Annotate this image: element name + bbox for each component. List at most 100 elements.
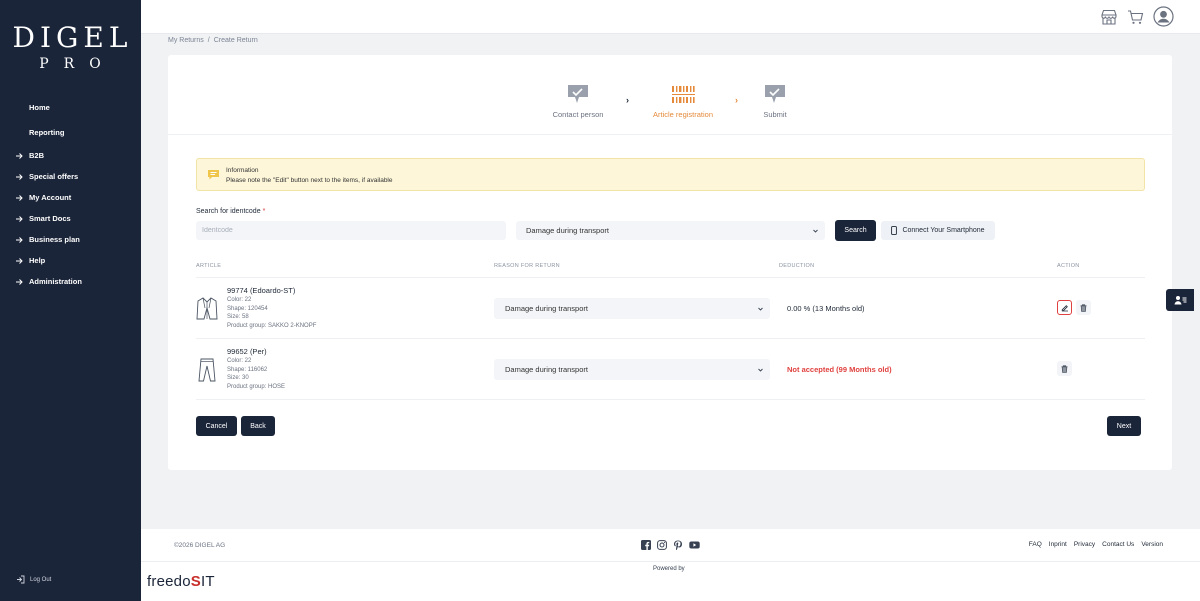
edit-icon <box>1061 304 1068 311</box>
footer-link-inprint[interactable]: Inprint <box>1049 541 1067 548</box>
brand-logo[interactable]: DIGEL PRO <box>0 21 141 73</box>
cancel-button[interactable]: Cancel <box>196 416 237 436</box>
logout-label: Log Out <box>30 576 52 583</box>
facebook-icon[interactable] <box>641 540 651 550</box>
step-label: Contact person <box>552 110 604 119</box>
trousers-icon <box>198 358 216 382</box>
step-article-registration[interactable]: Article registration <box>638 83 728 119</box>
youtube-icon[interactable] <box>689 540 700 550</box>
footer-copyright: ©2026 DIGEL AG <box>174 542 226 549</box>
col-header-deduction: DEDUCTION <box>779 263 815 269</box>
footer: ©2026 DIGEL AG FAQ Inprint Privacy Conta… <box>141 529 1200 601</box>
sidebar-item-label: B2B <box>29 151 45 160</box>
arrow-right-icon <box>16 215 23 222</box>
article-color: Color: 22 <box>227 358 252 364</box>
smartphone-icon <box>891 226 898 235</box>
sidebar-item-b2b[interactable]: B2B <box>0 145 141 166</box>
pinterest-icon[interactable] <box>673 540 683 550</box>
instagram-icon[interactable] <box>657 540 667 550</box>
sidebar-item-home[interactable]: Home <box>0 95 141 120</box>
chevron-down-icon <box>758 307 763 311</box>
step-contact-person[interactable]: Contact person <box>533 83 623 119</box>
vendor-logo[interactable]: freedoSIT <box>147 573 215 590</box>
row-reason-select[interactable]: Damage during transport <box>494 359 770 380</box>
cart-icon[interactable] <box>1127 9 1144 25</box>
footer-links: FAQ Inprint Privacy Contact Us Version <box>1029 541 1163 548</box>
vendor-logo-a: freedo <box>147 573 191 590</box>
contact-card-icon <box>1174 296 1186 305</box>
search-label: Search for identcode * <box>196 208 265 215</box>
breadcrumb-my-returns[interactable]: My Returns <box>168 37 204 44</box>
connect-smartphone-button[interactable]: Connect Your Smartphone <box>881 221 995 240</box>
row-reason-value: Damage during transport <box>505 365 588 374</box>
logout-button[interactable]: Log Out <box>16 575 51 584</box>
sidebar-nav: Home Reporting B2B Special offers My Acc… <box>0 95 141 292</box>
edit-button[interactable] <box>1057 300 1072 315</box>
sidebar-item-reporting[interactable]: Reporting <box>0 120 141 145</box>
arrow-right-icon <box>16 194 23 201</box>
col-header-reason: REASON FOR RETURN <box>494 263 560 269</box>
required-mark: * <box>262 208 266 215</box>
arrow-right-icon <box>16 152 23 159</box>
arrow-right-icon <box>16 236 23 243</box>
reason-select[interactable]: Damage during transport <box>516 221 825 240</box>
sidebar-item-label: Business plan <box>29 235 80 244</box>
trash-icon <box>1061 364 1068 373</box>
next-button[interactable]: Next <box>1107 416 1141 436</box>
sidebar-item-label: Reporting <box>29 128 65 137</box>
brand-name: DIGEL <box>12 21 133 54</box>
contact-side-button[interactable] <box>1166 289 1194 311</box>
article-size: Size: 30 <box>227 375 249 382</box>
header-actions <box>1100 6 1174 27</box>
search-button[interactable]: Search <box>835 220 876 241</box>
arrow-right-icon <box>16 257 23 264</box>
delete-button[interactable] <box>1057 361 1072 376</box>
article-color: Color: 22 <box>227 297 252 303</box>
article-group: Product group: HOSE <box>227 384 286 391</box>
sidebar-item-smart-docs[interactable]: Smart Docs <box>0 208 141 229</box>
powered-by: Powered by <box>653 566 685 572</box>
row-divider <box>196 338 1145 339</box>
footer-link-privacy[interactable]: Privacy <box>1074 541 1095 548</box>
back-button[interactable]: Back <box>241 416 275 436</box>
step-label: Submit <box>763 110 787 119</box>
store-icon[interactable] <box>1100 9 1118 25</box>
row-divider <box>196 399 1145 400</box>
delete-button[interactable] <box>1076 300 1091 315</box>
sidebar-item-special-offers[interactable]: Special offers <box>0 166 141 187</box>
article-meta: Color: 22 Shape: 120454 Size: 58 Product… <box>227 296 316 331</box>
logout-icon <box>17 575 25 584</box>
top-header <box>141 0 1200 34</box>
footer-divider <box>141 561 1200 562</box>
article-group: Product group: SAKKO 2-KNOPF <box>227 323 317 330</box>
row-reason-value: Damage during transport <box>505 304 588 313</box>
article-shape: Shape: 116062 <box>227 366 268 373</box>
sidebar-item-business-plan[interactable]: Business plan <box>0 229 141 250</box>
trash-icon <box>1080 303 1087 312</box>
step-label: Article registration <box>652 110 714 119</box>
reason-select-value: Damage during transport <box>526 226 609 235</box>
breadcrumb: My Returns / Create Return <box>168 37 258 44</box>
step-submit[interactable]: Submit <box>730 83 820 119</box>
barcode-icon <box>672 86 695 103</box>
chevron-down-icon <box>813 229 818 233</box>
footer-link-version[interactable]: Version <box>1141 541 1163 548</box>
sidebar-item-my-account[interactable]: My Account <box>0 187 141 208</box>
footer-link-contact-us[interactable]: Contact Us <box>1102 541 1134 548</box>
breadcrumb-create-return: Create Return <box>213 37 258 44</box>
row-deduction: 0.00 % (13 Months old) <box>787 304 865 313</box>
article-title: 99652 (Per) <box>227 347 267 356</box>
footer-link-faq[interactable]: FAQ <box>1029 541 1042 548</box>
info-text: Please note the "Edit" button next to th… <box>226 177 393 184</box>
breadcrumb-separator: / <box>207 37 210 44</box>
user-avatar-icon[interactable] <box>1153 6 1174 27</box>
sidebar-item-administration[interactable]: Administration <box>0 271 141 292</box>
step-done-icon <box>568 85 588 103</box>
message-icon <box>208 170 219 180</box>
sidebar-item-help[interactable]: Help <box>0 250 141 271</box>
chevron-right-icon: › <box>626 95 629 105</box>
row-reason-select[interactable]: Damage during transport <box>494 298 770 319</box>
identcode-input[interactable] <box>196 221 506 240</box>
search-label-text: Search for identcode <box>196 208 261 215</box>
sidebar-item-label: Special offers <box>29 172 79 181</box>
